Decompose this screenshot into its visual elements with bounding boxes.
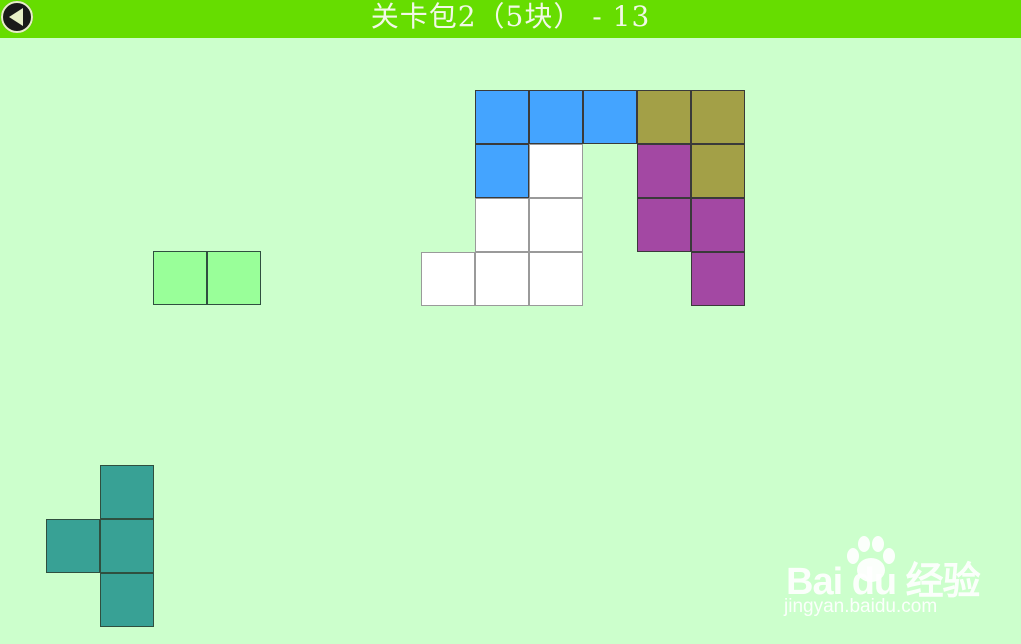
piece-teal-t-cell[interactable] xyxy=(100,519,154,573)
board-cell-filled[interactable] xyxy=(475,144,529,198)
piece-green-domino-cell[interactable] xyxy=(207,251,261,305)
board-cell-filled[interactable] xyxy=(583,90,637,144)
board-cell-empty[interactable] xyxy=(475,198,529,252)
board-cell-empty[interactable] xyxy=(475,252,529,306)
piece-teal-t-cell[interactable] xyxy=(46,519,100,573)
board-cell-filled[interactable] xyxy=(691,252,745,306)
piece-green-domino-cell[interactable] xyxy=(153,251,207,305)
board-cell-filled[interactable] xyxy=(637,198,691,252)
board-cell-filled[interactable] xyxy=(475,90,529,144)
board-cell-empty[interactable] xyxy=(421,252,475,306)
piece-teal-t-cell[interactable] xyxy=(100,573,154,627)
board-cell-empty[interactable] xyxy=(529,252,583,306)
board-cell-filled[interactable] xyxy=(529,90,583,144)
board-cell-filled[interactable] xyxy=(691,90,745,144)
board-cell-filled[interactable] xyxy=(637,90,691,144)
board-cell-filled[interactable] xyxy=(691,144,745,198)
board-cell-empty[interactable] xyxy=(529,198,583,252)
board-cell-filled[interactable] xyxy=(691,198,745,252)
board-cell-filled[interactable] xyxy=(637,144,691,198)
board-cell-empty[interactable] xyxy=(529,144,583,198)
piece-teal-t-cell[interactable] xyxy=(100,465,154,519)
